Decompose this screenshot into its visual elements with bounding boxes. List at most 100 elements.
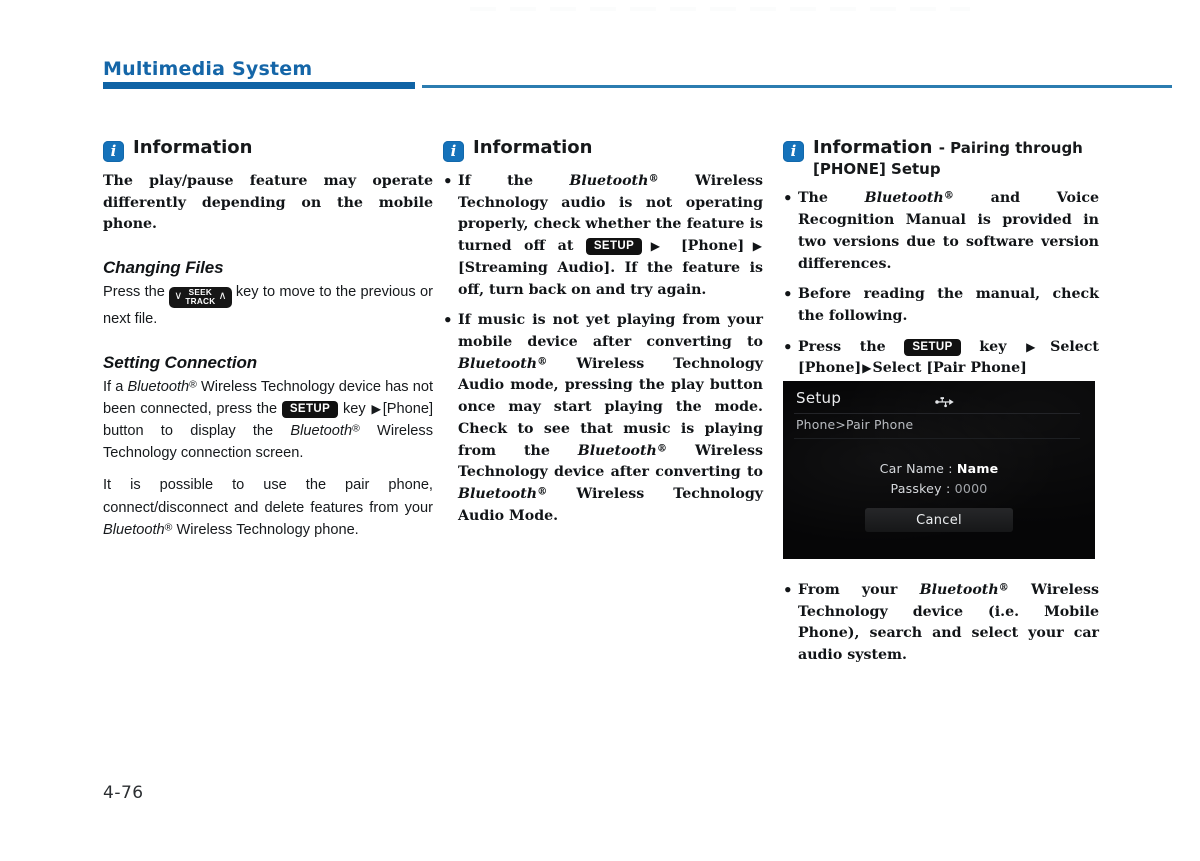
c2-a: Before reading the manual, check the fol… (798, 286, 1099, 324)
c3-d: Select [Pair Phone] (872, 360, 1027, 377)
information-subtitle-line2: [PHONE] Setup (813, 159, 941, 178)
usb-icon (935, 393, 955, 408)
bluetooth-word: Bluetooth (127, 378, 190, 395)
bluetooth-trademark: Bluetooth® (127, 378, 197, 395)
bluetooth-trademark: Bluetooth® (865, 190, 954, 206)
seek-track-key[interactable]: ∨ SEEK TRACK ∧ (169, 287, 232, 309)
setup-key[interactable]: SETUP (281, 400, 339, 418)
p1-a: If a (103, 378, 124, 395)
information-heading-2: Information (443, 137, 763, 162)
page-title: Multimedia System (103, 58, 313, 80)
passkey-row: Passkey : 0000 (783, 481, 1095, 496)
registered-mark: ® (164, 521, 173, 534)
bluetooth-trademark: Bluetooth® (458, 355, 548, 372)
b2-a: If music is not yet playing from your mo… (458, 312, 763, 351)
list-item: If the Bluetooth® Wireless Technology au… (443, 170, 763, 301)
subheading-changing-files: Changing Files (103, 258, 224, 278)
scan-artifact-strip (470, 7, 970, 11)
subheading-setting-connection: Setting Connection (103, 352, 258, 372)
arrow-icon: ▶ (371, 401, 382, 416)
registered-mark: ® (352, 422, 360, 435)
page-number: 4-76 (103, 783, 144, 803)
chevron-down-icon: ∨ (174, 290, 183, 303)
list-item: The Bluetooth® and Voice Recognition Man… (783, 187, 1099, 275)
column-3-after-figure: From your Bluetooth® Wireless Technology… (783, 579, 1099, 667)
registered-mark: ® (537, 485, 548, 498)
cancel-button[interactable]: Cancel (865, 508, 1013, 532)
changing-files-text: Press the ∨ SEEK TRACK ∧ key to move to the… (103, 281, 433, 331)
bluetooth-word: Bluetooth (569, 173, 649, 189)
bluetooth-trademark: Bluetooth® (458, 486, 547, 502)
bluetooth-trademark: Bluetooth® (577, 442, 667, 459)
c3-b: key (979, 338, 1007, 355)
screen-info-rows: Car Name : Name Passkey : 0000 (783, 461, 1095, 501)
column-3-bullet-list: The Bluetooth® and Voice Recognition Man… (783, 187, 1099, 380)
info-icon (443, 140, 464, 162)
information-word: Information (813, 137, 933, 158)
column-2: Information If the Bluetooth® Wireless T… (443, 137, 763, 528)
information-label: Information (133, 137, 253, 158)
bluetooth-word: Bluetooth (919, 582, 999, 598)
information-label: Information (473, 137, 593, 158)
bluetooth-trademark: Bluetooth® (290, 423, 359, 439)
bluetooth-trademark: Bluetooth® (569, 173, 658, 189)
text-before-seek-key: Press the (103, 284, 165, 301)
bluetooth-trademark: Bluetooth® (920, 582, 1009, 598)
p2-a: It is possible to use the pair phone, co… (103, 477, 433, 516)
bluetooth-word: Bluetooth (290, 423, 353, 439)
column-3: Information - Pairing through [PHONE] Se… (783, 137, 1099, 380)
intro-text: The play/pause feature may operate diffe… (103, 173, 433, 233)
registered-mark: ® (537, 355, 548, 368)
c4-a: From your (798, 582, 898, 598)
setting-connection-body: If a Bluetooth® Wireless Technology devi… (103, 376, 433, 541)
bluetooth-word: Bluetooth (103, 521, 165, 538)
car-name-row: Car Name : Name (783, 461, 1095, 476)
track-label: TRACK (185, 297, 216, 307)
changing-files-body: Press the ∨ SEEK TRACK ∧ key to move to the… (103, 281, 433, 331)
b1-a: If the (458, 173, 533, 189)
bluetooth-word: Bluetooth (577, 442, 657, 459)
column-2-bullet-list: If the Bluetooth® Wireless Technology au… (443, 170, 763, 528)
registered-mark: ® (648, 172, 659, 185)
p1-c: key (342, 400, 366, 417)
arrow-icon: ▶ (745, 239, 762, 254)
list-item: From your Bluetooth® Wireless Technology… (783, 579, 1099, 667)
passkey-value: 0000 (954, 481, 988, 496)
passkey-label: Passkey : (890, 481, 951, 496)
information-label: Information - Pairing through [PHONE] Se… (813, 137, 1083, 179)
information-subtitle-line1: - Pairing through (938, 139, 1083, 157)
info-icon (783, 140, 804, 162)
registered-mark: ® (998, 581, 1009, 594)
b1-c: [Phone] (680, 238, 745, 255)
bluetooth-word: Bluetooth (458, 355, 538, 372)
running-header: Multimedia System (103, 58, 312, 80)
setting-connection-p1: If a Bluetooth® Wireless Technology devi… (103, 376, 433, 465)
information-heading-1: Information (103, 137, 433, 162)
seek-track-label: SEEK TRACK (182, 288, 218, 306)
header-rule-thick (103, 82, 415, 89)
pair-phone-screen-figure: Setup Phone>Pair Phone Car Name : Name P… (783, 381, 1095, 559)
bluetooth-trademark: Bluetooth® (103, 521, 173, 538)
setting-connection-p2: It is possible to use the pair phone, co… (103, 474, 433, 541)
registered-mark: ® (189, 378, 197, 391)
information-heading-3: Information - Pairing through [PHONE] Se… (783, 137, 1099, 179)
c3-a: Press the (798, 338, 886, 355)
car-name-label: Car Name : (879, 461, 953, 476)
p2-b: Wireless Technology phone. (176, 521, 359, 538)
list-item: Press the SETUP key ▶Select [Phone]▶Sele… (783, 336, 1099, 380)
arrow-icon: ▶ (643, 239, 668, 254)
setup-key[interactable]: SETUP (585, 238, 643, 256)
screen-breadcrumb: Phone>Pair Phone (796, 417, 914, 432)
info-icon (103, 140, 124, 162)
bluetooth-word: Bluetooth (864, 190, 944, 207)
setup-key[interactable]: SETUP (904, 338, 961, 356)
b1-d: [Streaming Audio]. If the feature is off… (458, 259, 763, 298)
arrow-icon: ▶ (862, 361, 872, 376)
bluetooth-word: Bluetooth (458, 486, 538, 503)
column-1: Information The play/pause feature may o… (103, 137, 433, 541)
intro-paragraph: The play/pause feature may operate diffe… (103, 171, 433, 236)
car-name-value: Name (956, 461, 999, 476)
header-rule-thin (422, 85, 1172, 88)
